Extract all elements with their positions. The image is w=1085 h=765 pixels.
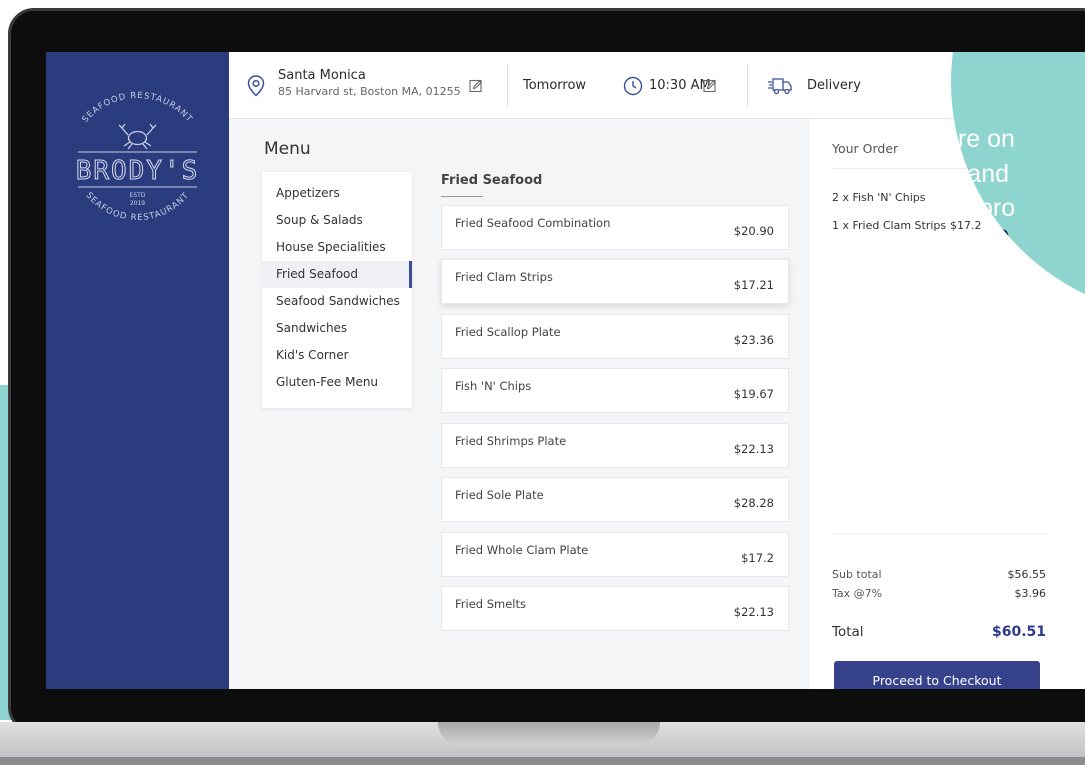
brand-panel: SEAFOOD RESTAURANT BRODY'S ESTD 2019 SEA… bbox=[46, 52, 229, 689]
subtotal-value: $56.55 bbox=[1007, 568, 1047, 581]
logo-name: BRODY'S bbox=[76, 156, 200, 186]
menu-item-name: Fried Scallop Plate bbox=[455, 325, 561, 339]
location-name: Santa Monica bbox=[278, 68, 366, 83]
promo-highlight: 2.9 bbox=[972, 224, 1010, 254]
promo-line: are on bbox=[951, 125, 1015, 153]
delivery-day: Tomorrow bbox=[523, 78, 587, 93]
menu-item-name: Fried Clam Strips bbox=[455, 270, 553, 284]
menu-item-card[interactable]: Fried Seafood Combination $20.90 bbox=[441, 205, 789, 250]
menu-content: Menu Appetizers Soup & Salads House Spec… bbox=[229, 119, 810, 689]
category-item[interactable]: Sandwiches bbox=[262, 315, 412, 342]
menu-item-name: Fried Whole Clam Plate bbox=[455, 543, 589, 557]
menu-item-name: Fried Seafood Combination bbox=[455, 216, 611, 230]
menu-item-name: Fried Shrimps Plate bbox=[455, 434, 567, 448]
location-info: Santa Monica 85 Harvard st, Boston MA, 0… bbox=[278, 68, 461, 98]
menu-item-card[interactable]: Fried Clam Strips $17.21 bbox=[441, 259, 789, 304]
delivery-mode[interactable]: Delivery bbox=[807, 52, 861, 119]
subtotal-label: Sub total bbox=[832, 568, 882, 581]
location-pin-icon bbox=[247, 52, 265, 119]
clock-icon bbox=[623, 52, 643, 119]
menu-item-name: Fried Smelts bbox=[455, 597, 527, 611]
order-line-label: 2 x Fish 'N' Chips bbox=[832, 191, 926, 204]
delivery-time: 10:30 AM bbox=[649, 78, 711, 93]
promo-line: pro bbox=[979, 194, 1016, 222]
total-label: Total bbox=[832, 624, 864, 640]
menu-item-price: $28.28 bbox=[733, 496, 774, 510]
category-list: Appetizers Soup & Salads House Specialit… bbox=[262, 172, 412, 408]
menu-item-card[interactable]: Fried Scallop Plate $23.36 bbox=[441, 314, 789, 359]
category-item[interactable]: Appetizers bbox=[262, 180, 412, 207]
location-address: 85 Harvard st, Boston MA, 01255 bbox=[278, 85, 461, 98]
laptop-foot bbox=[0, 757, 1085, 765]
menu-item-price: $17.21 bbox=[733, 278, 774, 292]
total-value: $60.51 bbox=[991, 624, 1046, 640]
checkout-button[interactable]: Proceed to Checkout bbox=[834, 661, 1040, 689]
laptop-base bbox=[0, 722, 1085, 765]
section-title: Fried Seafood bbox=[441, 173, 543, 188]
menu-item-name: Fish 'N' Chips bbox=[455, 379, 532, 393]
section-underline bbox=[441, 196, 483, 197]
logo-arc-top: SEAFOOD RESTAURANT bbox=[81, 91, 194, 125]
tax-label: Tax @7% bbox=[832, 587, 883, 600]
svg-text:SEAFOOD RESTAURANT: SEAFOOD RESTAURANT bbox=[81, 91, 195, 125]
menu-item-card[interactable]: Fried Sole Plate $28.28 bbox=[441, 477, 789, 522]
menu-item-price: $23.36 bbox=[733, 333, 774, 347]
category-item-active[interactable]: Fried Seafood bbox=[262, 261, 412, 288]
menu-item-price: $20.90 bbox=[733, 224, 774, 238]
menu-item-price: $22.13 bbox=[733, 605, 774, 619]
menu-item-name: Fried Sole Plate bbox=[455, 488, 544, 502]
delivery-truck-icon bbox=[767, 52, 793, 119]
category-item[interactable]: Gluten-Fee Menu bbox=[262, 369, 412, 396]
menu-title: Menu bbox=[264, 139, 311, 159]
app-screen: SEAFOOD RESTAURANT BRODY'S ESTD 2019 SEA… bbox=[46, 52, 1085, 689]
logo-estd: ESTD bbox=[130, 192, 146, 199]
tax-value: $3.96 bbox=[1014, 587, 1047, 600]
order-line-label: 1 x Fried Clam Strips bbox=[832, 219, 947, 232]
category-item[interactable]: Soup & Salads bbox=[262, 207, 412, 234]
crab-icon bbox=[118, 123, 157, 150]
menu-item-card[interactable]: Fried Whole Clam Plate $17.2 bbox=[441, 532, 789, 577]
category-item[interactable]: Seafood Sandwiches bbox=[262, 288, 412, 315]
category-item[interactable]: Kid's Corner bbox=[262, 342, 412, 369]
divider bbox=[507, 64, 508, 108]
summary-divider bbox=[832, 533, 1046, 534]
menu-item-card[interactable]: Fish 'N' Chips $19.67 bbox=[441, 368, 789, 413]
category-item[interactable]: House Specialities bbox=[262, 234, 412, 261]
promo-line: a stand bbox=[951, 160, 1010, 188]
laptop-notch bbox=[438, 722, 660, 746]
edit-time-icon[interactable] bbox=[703, 52, 717, 119]
restaurant-logo: SEAFOOD RESTAURANT BRODY'S ESTD 2019 SEA… bbox=[75, 91, 200, 223]
menu-item-price: $22.13 bbox=[733, 442, 774, 456]
divider bbox=[747, 64, 748, 108]
order-title: Your Order bbox=[832, 141, 899, 156]
menu-item-card[interactable]: Fried Shrimps Plate $22.13 bbox=[441, 423, 789, 468]
menu-item-price: $17.2 bbox=[741, 551, 774, 565]
menu-item-price: $19.67 bbox=[733, 387, 774, 401]
edit-location-icon[interactable] bbox=[469, 52, 483, 119]
menu-item-card[interactable]: Fried Smelts $22.13 bbox=[441, 586, 789, 631]
logo-year: 2019 bbox=[130, 200, 145, 207]
